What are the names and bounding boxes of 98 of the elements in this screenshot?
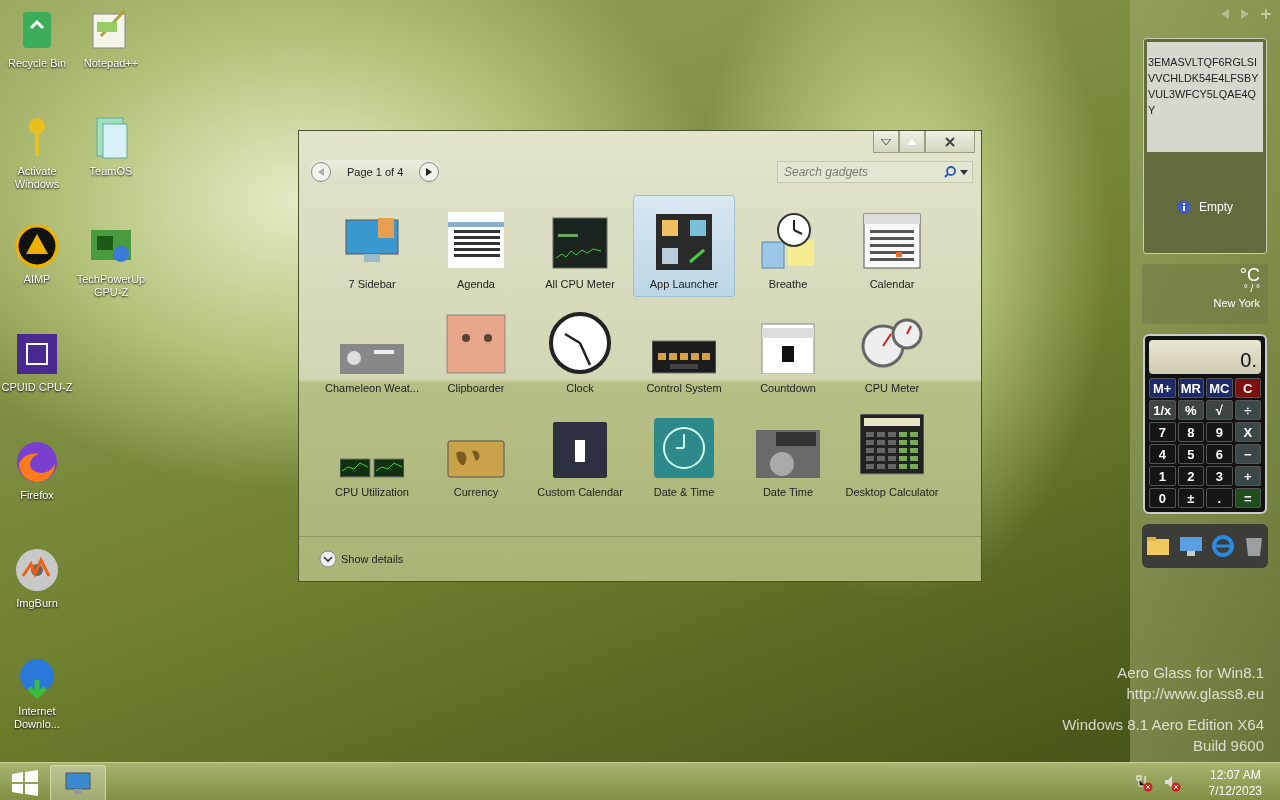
gadget-tile[interactable]: Control System xyxy=(633,299,735,401)
calculator-key[interactable]: ÷ xyxy=(1234,400,1261,420)
trash-can-icon[interactable] xyxy=(1243,535,1264,557)
note-text: 3EMASVLTQF6RGLSIVVCHLDK54E4LFSBYVUL3WFCY5LQAE4QY xyxy=(1147,42,1263,152)
show-details-button[interactable]: Show details xyxy=(319,550,404,568)
calculator-key[interactable]: = xyxy=(1234,488,1261,508)
muted-speaker-icon[interactable] xyxy=(1162,774,1181,792)
system-watermark-text: http://www.glass8.eu xyxy=(1126,685,1264,702)
calculator-key[interactable]: MC xyxy=(1206,378,1233,398)
collapse-button[interactable] xyxy=(899,131,925,153)
disc-icon xyxy=(13,546,61,594)
gadget-tile[interactable]: Custom Calendar xyxy=(529,403,631,505)
gadget-tile[interactable]: Calendar xyxy=(841,195,943,297)
calculator-key[interactable]: 3 xyxy=(1206,466,1233,486)
calculator-key[interactable]: − xyxy=(1234,444,1261,464)
windows-logo-icon xyxy=(12,770,38,796)
search-icon xyxy=(944,166,956,178)
system-watermark-text: Aero Glass for Win8.1 xyxy=(1117,664,1264,681)
calculator-key[interactable]: C xyxy=(1234,378,1261,398)
gadget-tile[interactable]: CPU Meter xyxy=(841,299,943,401)
gadget-tile[interactable]: Breathe xyxy=(737,195,839,297)
gadget-tile[interactable]: Date Time xyxy=(737,403,839,505)
search-field[interactable]: Search gadgets xyxy=(782,164,940,180)
temperature-range: ° / ° xyxy=(1243,282,1260,296)
gadget-tile[interactable]: Countdown xyxy=(737,299,839,401)
desktop-icon-label[interactable]: Firefox xyxy=(20,489,54,502)
control-panel-icon xyxy=(652,340,716,374)
network-error-icon[interactable] xyxy=(1134,774,1153,792)
taskbar-app-button[interactable] xyxy=(50,765,106,800)
browser-e-icon[interactable] xyxy=(1211,535,1236,557)
calculator-key[interactable]: 0 xyxy=(1149,488,1176,508)
desktop-icon-label[interactable]: ImgBurn xyxy=(16,597,58,610)
gadget-tile[interactable]: App Launcher xyxy=(633,195,735,297)
left-triangle-icon xyxy=(318,168,324,176)
calculator-key[interactable]: 6 xyxy=(1206,444,1233,464)
monitor-icon[interactable] xyxy=(1178,535,1203,557)
app-grid-icon xyxy=(656,214,712,270)
gadget-tile[interactable]: Chameleon Weat... xyxy=(321,299,423,401)
calculator-key[interactable]: + xyxy=(1234,466,1261,486)
gadget-tile[interactable]: Date & Time xyxy=(633,403,735,505)
gadget-tile[interactable]: Clock xyxy=(529,299,631,401)
cpu-graph-icon xyxy=(552,214,608,270)
right-triangle-icon xyxy=(426,168,433,176)
page-indicator: Page 1 of 4 xyxy=(346,166,405,178)
chevron-down-icon xyxy=(319,550,337,568)
calculator-display: 0. xyxy=(1149,340,1261,374)
calculator-key[interactable]: 4 xyxy=(1149,444,1176,464)
add-button[interactable] xyxy=(1260,8,1274,22)
calculator-key[interactable]: 5 xyxy=(1177,444,1204,464)
gadget-tile[interactable]: Agenda xyxy=(425,195,527,297)
calculator-key[interactable]: X xyxy=(1234,422,1261,442)
desktop-icon-label[interactable]: Internet Downlo... xyxy=(0,705,74,731)
calculator-key[interactable]: 7 xyxy=(1149,422,1176,442)
left-triangle-icon xyxy=(1220,8,1230,20)
calculator-key[interactable]: M+ xyxy=(1149,378,1176,398)
calculator-key[interactable]: 1 xyxy=(1149,466,1176,486)
calculator-key[interactable]: 2 xyxy=(1177,466,1204,486)
right-triangle-icon xyxy=(1240,8,1250,20)
calculator-key[interactable]: 1/x xyxy=(1149,400,1176,420)
next-page-button[interactable] xyxy=(419,162,440,182)
gadget-tile[interactable]: All CPU Meter xyxy=(529,195,631,297)
calculator-key[interactable]: MR xyxy=(1177,378,1204,398)
calculator-key[interactable]: % xyxy=(1177,400,1204,420)
card-with-map-icon xyxy=(446,440,506,478)
gadget-tile[interactable]: Clipboarder xyxy=(425,299,527,401)
gadget-tile[interactable]: Currency xyxy=(425,403,527,505)
close-button[interactable] xyxy=(925,131,975,153)
plus-icon xyxy=(1260,8,1272,20)
caret-icon xyxy=(881,138,891,145)
calculator-key[interactable]: 9 xyxy=(1206,422,1233,442)
info-icon xyxy=(1177,200,1191,214)
cpu-graph-icon xyxy=(340,458,404,478)
weather-icon xyxy=(340,344,404,374)
calculator-icon xyxy=(860,414,924,478)
monitor-icon xyxy=(65,771,91,795)
note-status: Empty xyxy=(1199,200,1233,214)
photo-placeholder xyxy=(446,314,506,374)
gadget-tile[interactable]: 7 Sidebar xyxy=(321,195,423,297)
previous-page-button[interactable] xyxy=(311,162,331,182)
temperature-unit: °C xyxy=(1239,268,1260,282)
close-icon xyxy=(945,136,955,147)
caret-icon[interactable] xyxy=(960,169,968,175)
caret-icon xyxy=(907,138,917,145)
calculator-key[interactable]: 8 xyxy=(1177,422,1204,442)
city-name: New York xyxy=(1213,296,1260,310)
folder-icon[interactable] xyxy=(1146,535,1171,557)
calculator-key[interactable]: ± xyxy=(1177,488,1204,508)
clock-icon xyxy=(549,312,611,374)
gadget-tile[interactable]: CPU Utilization xyxy=(321,403,423,505)
system-watermark-text: Windows 8.1 Aero Edition X64 xyxy=(1062,716,1264,733)
clock-icon xyxy=(654,418,714,478)
gadget-tile[interactable]: Desktop Calculator xyxy=(841,403,943,505)
search-box[interactable]: Search gadgets xyxy=(777,161,973,183)
calculator-key[interactable]: √ xyxy=(1206,400,1233,420)
triangle-logo-icon xyxy=(13,222,61,270)
system-watermark-text: Build 9600 xyxy=(1193,737,1264,754)
calculator-key[interactable]: . xyxy=(1206,488,1233,508)
dropdown-button[interactable] xyxy=(873,131,899,153)
